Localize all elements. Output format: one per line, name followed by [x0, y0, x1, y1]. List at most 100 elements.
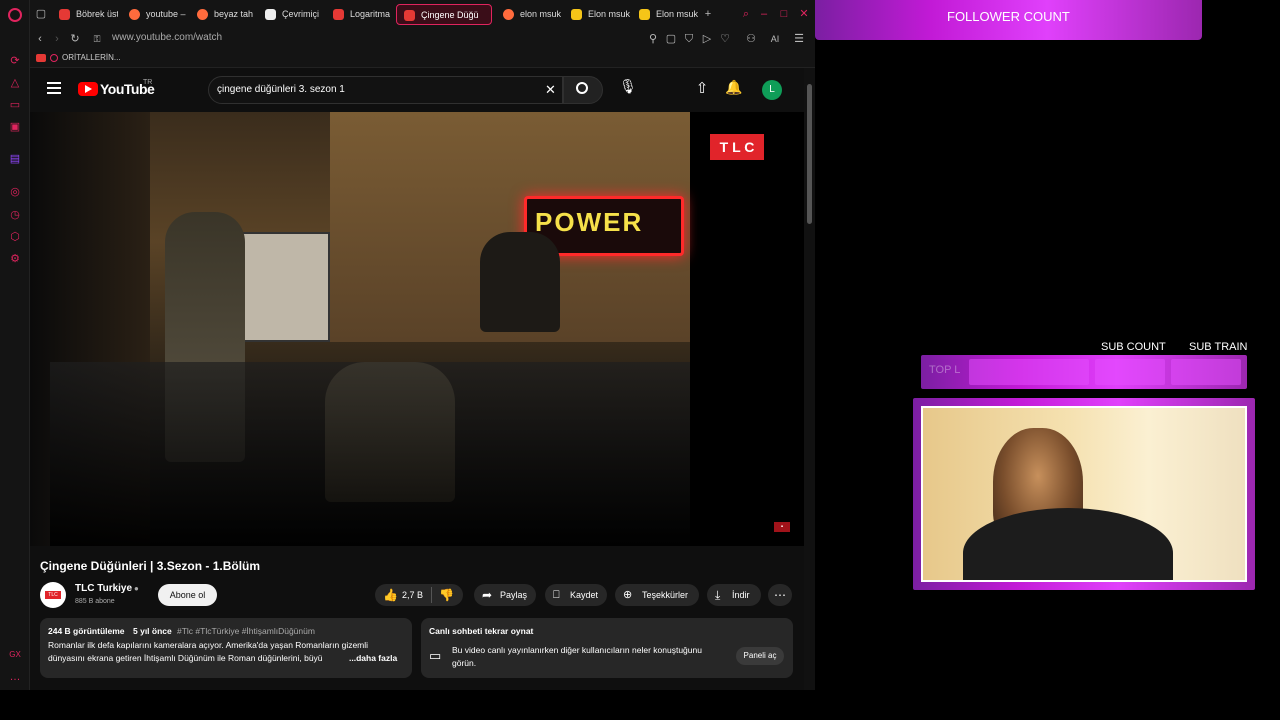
- tab-label: Çingene Düğü: [421, 10, 479, 20]
- tab-2[interactable]: beyaz tah: [190, 4, 256, 25]
- tlc-logo: T L C: [710, 134, 764, 160]
- tab-0[interactable]: Böbrek üst: [52, 4, 118, 25]
- maximize-icon[interactable]: □: [777, 7, 791, 21]
- channel-avatar[interactable]: TLC: [40, 582, 66, 608]
- snapshot-icon[interactable]: ▢: [664, 32, 678, 46]
- upload-age: 5 yıl önce: [133, 626, 172, 636]
- play-icon[interactable]: ▷: [700, 32, 714, 46]
- avatar[interactable]: L: [762, 80, 782, 100]
- video-player[interactable]: POWER T L C ▪: [30, 112, 804, 546]
- search-box[interactable]: çingene düğünleri 3. sezon 1 ✕: [208, 76, 563, 104]
- more-actions-icon[interactable]: ⋯: [768, 584, 792, 606]
- url-field[interactable]: www.youtube.com/watch: [112, 32, 222, 43]
- thanks-label: Teşekkürler: [642, 590, 689, 600]
- twitch-icon[interactable]: ▤: [8, 152, 22, 166]
- page-scrollbar[interactable]: [804, 68, 815, 690]
- reload-icon[interactable]: ↻: [68, 32, 82, 46]
- follower-count-label: FOLLOWER COUNT: [947, 9, 1070, 24]
- microphone-icon[interactable]: 🎙: [615, 78, 641, 102]
- top-slot: [969, 359, 1089, 385]
- tab-label: elon msuk: [520, 9, 562, 19]
- music-icon[interactable]: ◎: [8, 185, 22, 199]
- close-window-icon[interactable]: ✕: [797, 7, 811, 21]
- browser-sidebar: ⟳ △ ▭ ▣ ▤ ◎ ◷ ⬡ ⚙ GX …: [0, 0, 30, 690]
- tab-label: Çevrimiçi: [282, 9, 319, 19]
- heart-icon[interactable]: ♡: [718, 32, 732, 46]
- tab-7[interactable]: Elon msuk: [564, 4, 630, 25]
- account-icon[interactable]: ⚇: [744, 32, 758, 46]
- search-button[interactable]: [563, 76, 603, 104]
- clock-icon[interactable]: ◷: [8, 208, 22, 222]
- new-tab-icon[interactable]: +: [701, 7, 715, 21]
- sub-train-label: SUB TRAIN: [1189, 341, 1248, 353]
- aria-ai-button[interactable]: AI: [764, 32, 786, 46]
- youtube-logo-icon[interactable]: [78, 82, 98, 96]
- wallet-icon[interactable]: △: [8, 76, 22, 90]
- youtube-bookmark-icon: [36, 54, 46, 62]
- subscribe-button[interactable]: Abone ol: [158, 584, 217, 606]
- bookmark-icon: [50, 54, 58, 62]
- gx-icon[interactable]: GX: [8, 648, 22, 662]
- tab-6[interactable]: elon msuk: [496, 4, 562, 25]
- messenger-icon[interactable]: ▭: [8, 98, 22, 112]
- share-button[interactable]: ➦ Paylaş: [474, 584, 536, 606]
- hamburger-menu-icon[interactable]: [47, 82, 61, 94]
- tlc-watermark-icon: ▪: [774, 522, 790, 532]
- history-icon[interactable]: ⟳: [8, 54, 22, 68]
- open-panel-label: Paneli aç: [743, 651, 777, 660]
- upload-icon[interactable]: ⇧: [692, 79, 712, 97]
- hashtags[interactable]: #Tlc #TlcTürkiye #İhtişamlıDüğünüm: [177, 626, 315, 636]
- sub-count-slot: [1095, 359, 1165, 385]
- tab-menu-icon[interactable]: ▢: [34, 7, 48, 21]
- pin-icon[interactable]: ⚲: [646, 32, 660, 46]
- bookmark-item[interactable]: ORİTALLERİN...: [62, 53, 121, 62]
- menu-icon[interactable]: ☰: [792, 32, 806, 46]
- search-tabs-icon[interactable]: ⌕: [739, 7, 753, 21]
- description-box[interactable]: 244 B görüntüleme 5 yıl önce #Tlc #TlcTü…: [40, 618, 412, 678]
- clear-search-icon[interactable]: ✕: [545, 82, 556, 98]
- extensions-icon[interactable]: ⬡: [8, 230, 22, 244]
- instagram-icon[interactable]: ▣: [8, 120, 22, 134]
- video-frame: POWER: [30, 112, 690, 546]
- open-panel-button[interactable]: Paneli aç: [736, 647, 784, 665]
- document-favicon-icon: [265, 9, 276, 20]
- tab-5-active[interactable]: Çingene Düğü: [396, 4, 492, 25]
- tab-3[interactable]: Çevrimiçi: [258, 4, 324, 25]
- search-icon: [576, 82, 588, 94]
- settings-icon[interactable]: ⚙: [8, 252, 22, 266]
- tab-4[interactable]: Logaritma: [326, 4, 392, 25]
- power-sign-text: POWER: [535, 207, 644, 237]
- region-label: TR: [143, 79, 153, 86]
- thanks-button[interactable]: ⊕ Teşekkürler: [615, 584, 699, 606]
- back-icon[interactable]: ‹: [33, 32, 47, 46]
- opera-logo-icon[interactable]: [8, 8, 22, 22]
- save-label: Kaydet: [570, 590, 599, 600]
- download-label: İndir: [732, 590, 750, 600]
- webcam-frame: [913, 398, 1255, 590]
- channel-name[interactable]: TLC Turkiye: [75, 583, 132, 594]
- forward-icon[interactable]: ›: [50, 32, 64, 46]
- share-icon: ➦: [482, 588, 493, 602]
- youtube-favicon-icon: [404, 10, 415, 21]
- search-input[interactable]: çingene düğünleri 3. sezon 1: [217, 84, 345, 95]
- scrollbar-thumb[interactable]: [807, 84, 812, 224]
- notifications-bell-icon[interactable]: 🔔: [724, 79, 744, 96]
- download-button[interactable]: ⤓ İndir: [707, 584, 761, 606]
- more-icon[interactable]: …: [8, 670, 22, 684]
- tab-label: youtube –: [146, 9, 186, 19]
- like-count[interactable]: 2,7 B: [402, 584, 423, 606]
- yandex-favicon-icon: [503, 9, 514, 20]
- like-icon[interactable]: 👍: [383, 584, 398, 606]
- address-bar: ‹ › ↻ ⚿ www.youtube.com/watch ⚲ ▢ ⛉ ▷ ♡ …: [30, 28, 815, 50]
- folder-favicon-icon: [571, 9, 582, 20]
- folder-favicon-icon: [639, 9, 650, 20]
- shield-icon[interactable]: ⛉: [682, 32, 696, 46]
- subscribe-label: Abone ol: [169, 590, 206, 600]
- show-more-link[interactable]: ...daha fazla: [349, 653, 397, 663]
- dislike-icon[interactable]: 👎: [439, 584, 454, 606]
- chat-replay-text-1: Bu video canlı yayınlanırken diğer kulla…: [452, 645, 702, 655]
- tab-1[interactable]: youtube –: [122, 4, 188, 25]
- tab-8[interactable]: Elon msuk: [632, 4, 698, 25]
- save-button[interactable]: ⎕ Kaydet: [545, 584, 607, 606]
- minimize-icon[interactable]: –: [757, 7, 771, 21]
